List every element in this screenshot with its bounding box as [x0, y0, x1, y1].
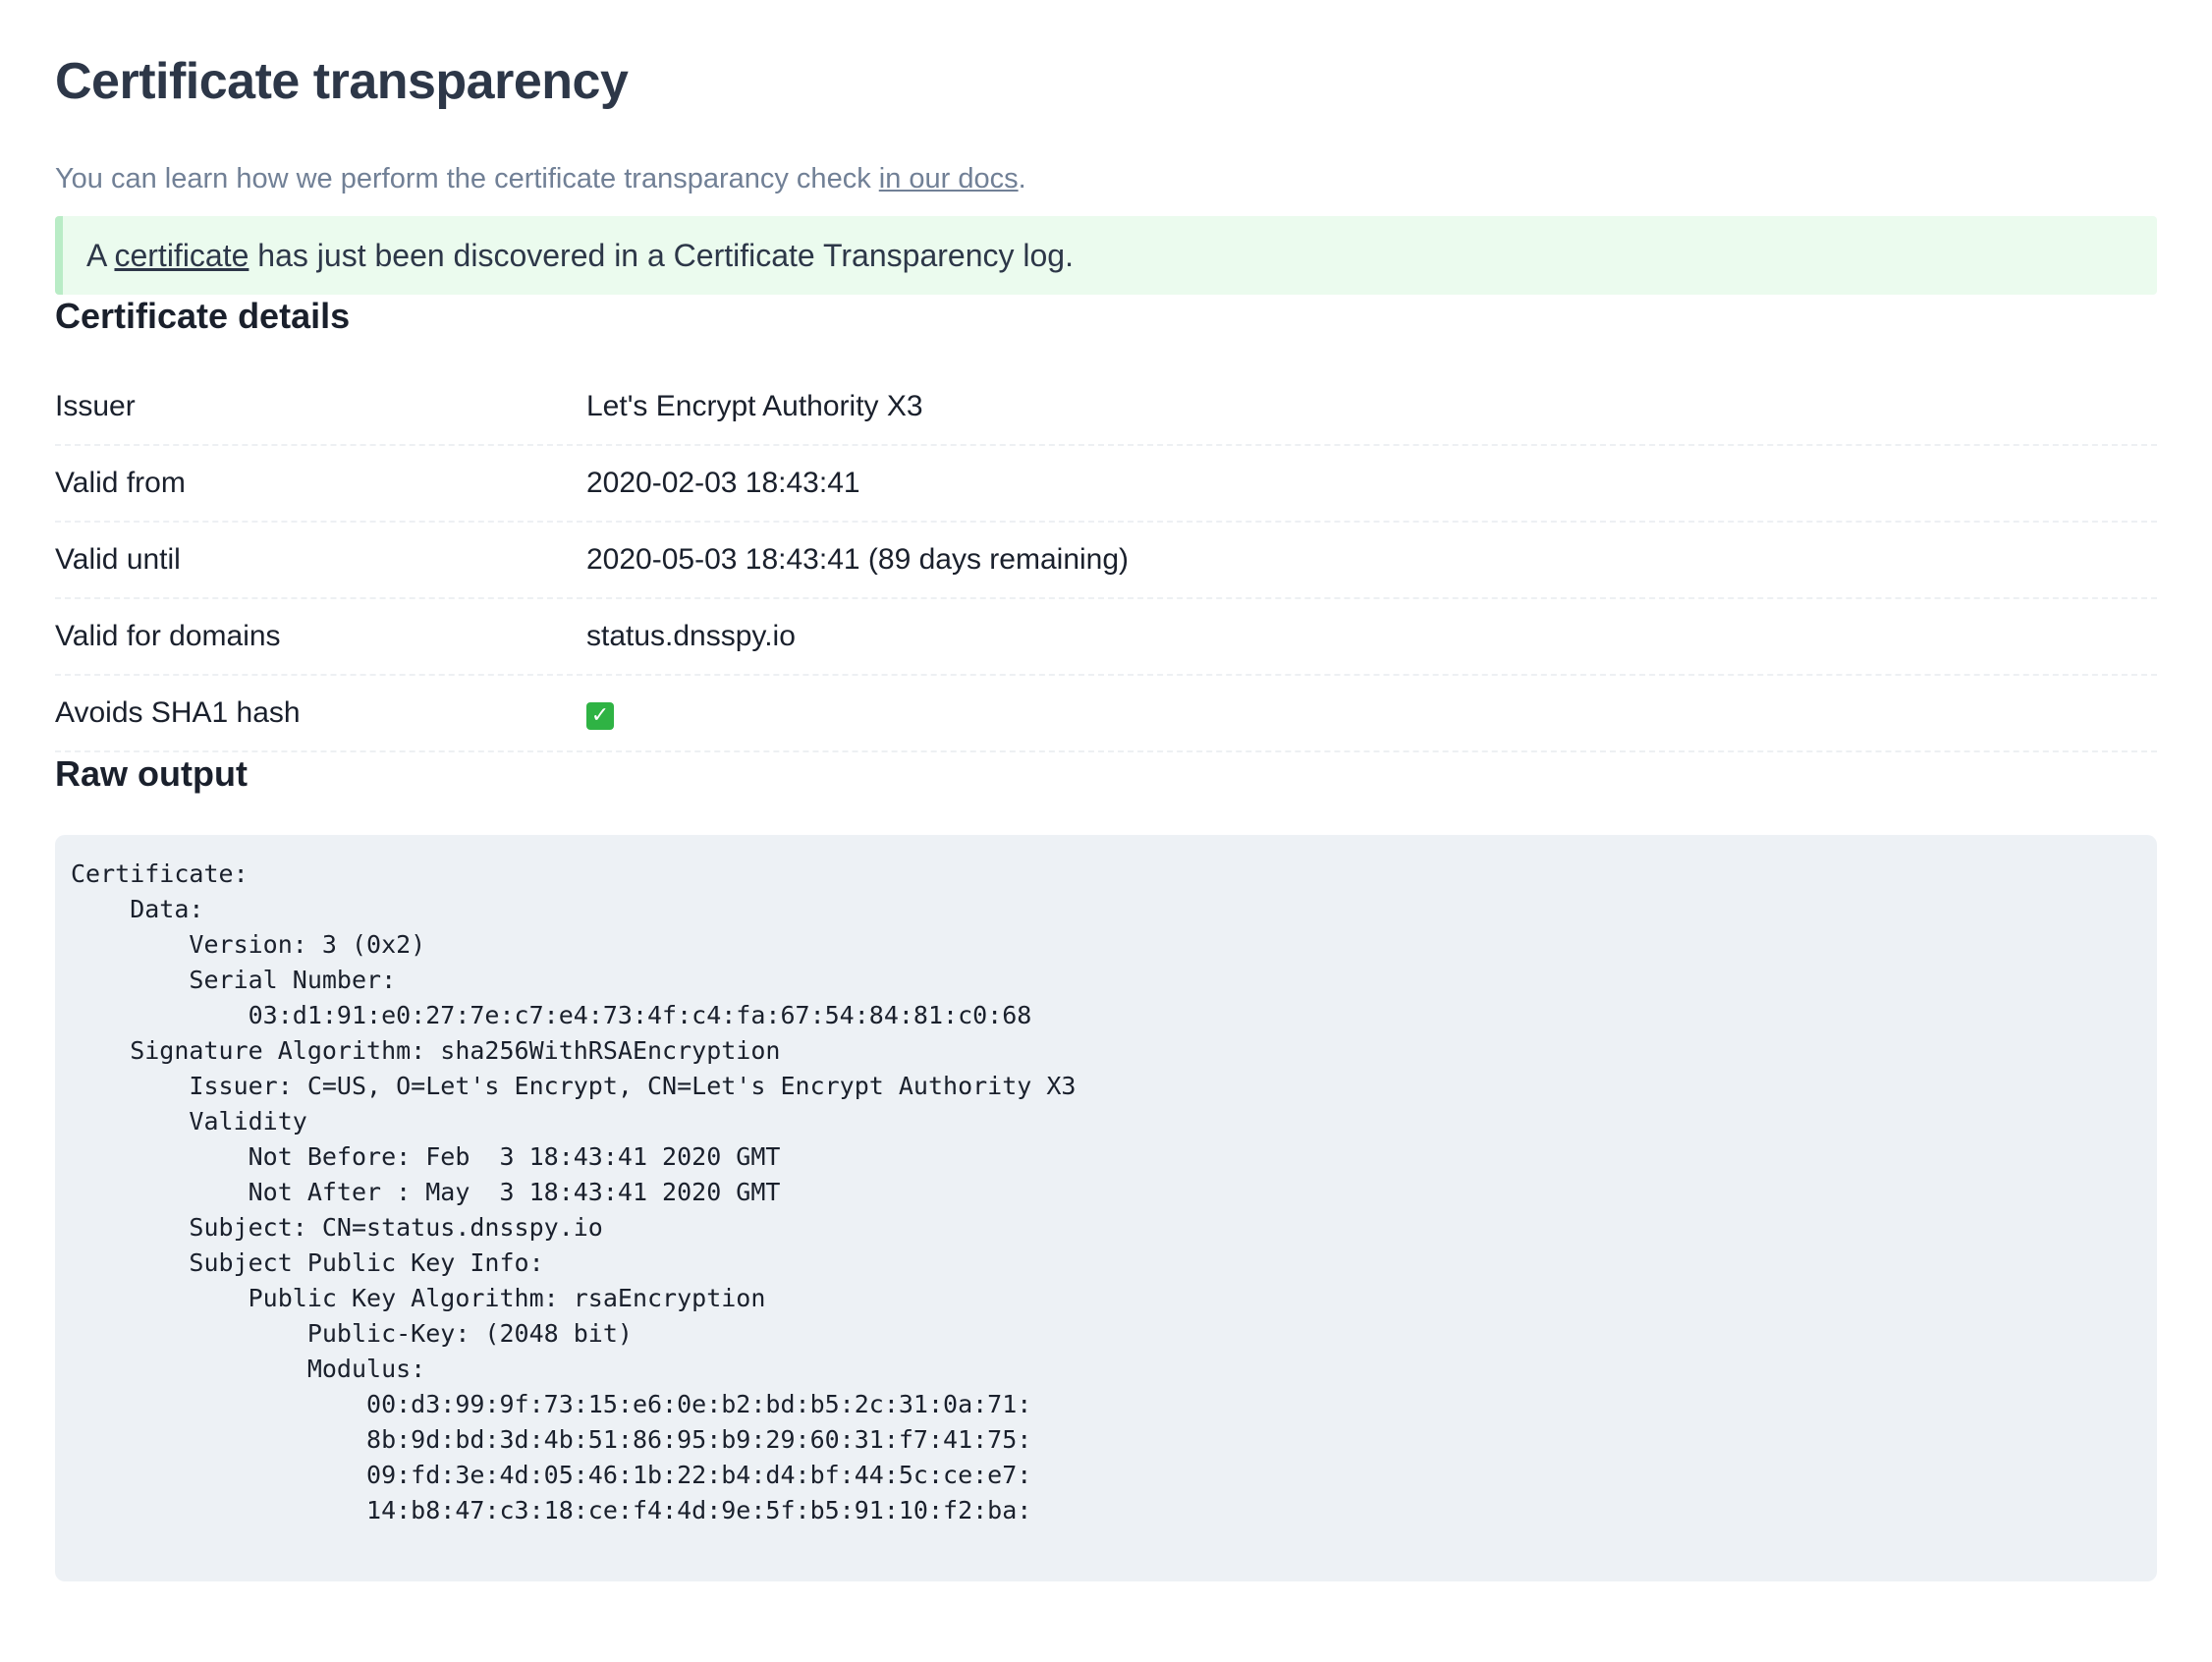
certificate-details-heading: Certificate details	[55, 296, 351, 336]
detail-row-issuer: Issuer Let's Encrypt Authority X3	[55, 369, 2157, 446]
detail-value: 2020-05-03 18:43:41 (89 days remaining)	[586, 543, 1130, 576]
raw-output-heading: Raw output	[55, 753, 248, 794]
raw-output-text: Certificate: Data: Version: 3 (0x2) Seri…	[71, 859, 1077, 1524]
detail-row-domains: Valid for domains status.dnsspy.io	[55, 599, 2157, 676]
detail-label: Issuer	[55, 390, 136, 422]
check-mark-icon: ✓	[586, 702, 614, 730]
detail-value: Let's Encrypt Authority X3	[586, 390, 923, 422]
detail-value: 2020-02-03 18:43:41	[586, 467, 860, 499]
detail-value: status.dnsspy.io	[586, 620, 796, 652]
alert-suffix: has just been discovered in a Certificat…	[249, 237, 1074, 273]
certificate-link[interactable]: certificate	[114, 238, 249, 274]
detail-label: Valid for domains	[55, 620, 281, 652]
detail-row-valid-from: Valid from 2020-02-03 18:43:41	[55, 446, 2157, 523]
detail-label: Valid from	[55, 467, 186, 499]
intro-text-start: You can learn how we perform the certifi…	[55, 163, 879, 194]
page-title: Certificate transparency	[55, 53, 629, 110]
raw-output-block: Certificate: Data: Version: 3 (0x2) Seri…	[55, 835, 2157, 1581]
docs-link[interactable]: in our docs	[879, 163, 1019, 194]
discovery-alert: A certificate has just been discovered i…	[55, 216, 2157, 295]
detail-row-sha1: Avoids SHA1 hash ✓	[55, 676, 2157, 752]
detail-label: Avoids SHA1 hash	[55, 696, 301, 729]
detail-value: ✓	[586, 696, 2157, 730]
intro-text-end: .	[1018, 163, 1026, 194]
detail-label: Valid until	[55, 543, 181, 576]
page: Certificate transparency You can learn h…	[0, 0, 2212, 1662]
detail-row-valid-until: Valid until 2020-05-03 18:43:41 (89 days…	[55, 523, 2157, 599]
certificate-details-table: Issuer Let's Encrypt Authority X3 Valid …	[55, 369, 2157, 752]
intro-text: You can learn how we perform the certifi…	[55, 159, 2157, 198]
alert-prefix: A	[86, 237, 115, 273]
